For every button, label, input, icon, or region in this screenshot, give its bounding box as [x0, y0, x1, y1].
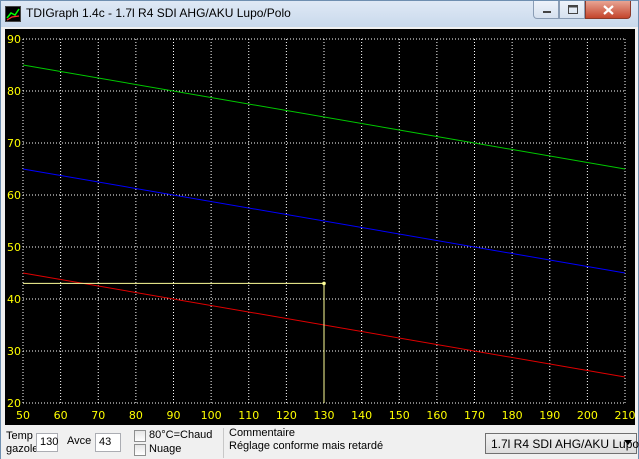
minimize-icon	[543, 11, 551, 13]
y-tick-label: 90	[7, 33, 21, 46]
engine-select-value: 1.7l R4 SDI AHG/AKU Lupo/Po	[491, 437, 639, 451]
window-title: TDIGraph 1.4c - 1.7l R4 SDI AHG/AKU Lupo…	[26, 6, 291, 20]
close-button[interactable]	[585, 1, 631, 19]
y-tick-label: 50	[7, 241, 21, 254]
comment-text: Réglage conforme mais retardé	[229, 440, 384, 452]
temp-label-line1: Temp	[6, 430, 33, 442]
chaud-checkbox-label: 80°C=Chaud	[149, 429, 213, 441]
x-tick-label: 130	[314, 409, 335, 422]
x-tick-label: 90	[167, 409, 181, 422]
engine-select[interactable]: 1.7l R4 SDI AHG/AKU Lupo/Po	[485, 433, 639, 454]
marker-point	[322, 281, 326, 286]
y-tick-label: 20	[7, 397, 21, 410]
x-tick-label: 50	[16, 409, 30, 422]
series-line	[22, 168, 626, 274]
y-tick-label: 30	[7, 345, 21, 358]
bottom-toolbar: Temp gazole 130 Avce 43 80°C=Chaud Nuage…	[1, 426, 639, 459]
chart-canvas: 50 60 70 80 90 100 110 120 130 140 150 160 170 180 190…	[7, 33, 636, 422]
maximize-button[interactable]	[559, 1, 585, 19]
x-tick-label: 120	[276, 409, 297, 422]
x-tick-label: 60	[54, 409, 68, 422]
avance-label: Avce	[67, 435, 92, 447]
y-tick-label: 80	[7, 85, 21, 98]
y-tick-label: 70	[7, 137, 21, 150]
toolbar-divider	[223, 428, 224, 458]
x-tick-label: 80	[129, 409, 143, 422]
close-icon	[603, 5, 614, 15]
y-tick-label: 40	[7, 293, 21, 306]
y-tick-label: 60	[7, 189, 21, 202]
x-tick-label: 200	[577, 409, 598, 422]
x-tick-label: 140	[351, 409, 372, 422]
comment-label: Commentaire	[229, 427, 296, 439]
chaud-checkbox[interactable]	[134, 430, 146, 442]
temp-label-line2: gazole	[6, 443, 39, 455]
timing-chart: 50 60 70 80 90 100 110 120 130 140 150 160 170 180 190…	[5, 29, 636, 425]
nuage-checkbox-label: Nuage	[149, 443, 182, 455]
minimize-button[interactable]	[533, 1, 559, 19]
x-tick-label: 70	[91, 409, 105, 422]
app-window: TDIGraph 1.4c - 1.7l R4 SDI AHG/AKU Lupo…	[0, 0, 639, 459]
nuage-checkbox[interactable]	[134, 444, 146, 456]
maximize-icon	[568, 5, 578, 14]
chevron-down-icon	[624, 440, 632, 445]
x-tick-label: 150	[389, 409, 410, 422]
x-tick-label: 190	[539, 409, 560, 422]
app-icon	[5, 6, 21, 22]
x-tick-label: 180	[502, 409, 523, 422]
x-tick-label: 110	[238, 409, 259, 422]
avance-input[interactable]: 43	[95, 433, 121, 452]
x-tick-label: 210	[615, 409, 636, 422]
x-tick-label: 170	[464, 409, 485, 422]
x-tick-label: 100	[201, 409, 222, 422]
temp-gazole-input[interactable]: 130	[36, 433, 58, 452]
x-tick-label: 160	[426, 409, 447, 422]
title-bar: TDIGraph 1.4c - 1.7l R4 SDI AHG/AKU Lupo…	[1, 1, 638, 27]
